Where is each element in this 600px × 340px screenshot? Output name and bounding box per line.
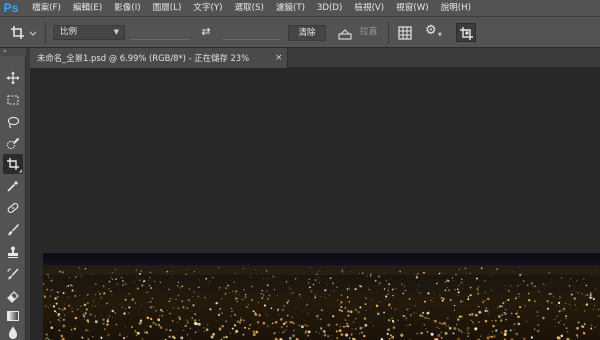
quick-select-tool[interactable]	[3, 134, 23, 154]
move-icon	[6, 71, 20, 85]
marquee-icon	[7, 95, 19, 105]
eraser-icon	[7, 291, 19, 303]
eyedropper-tool[interactable]	[3, 176, 23, 196]
photoshop-logo[interactable]: Ps	[0, 0, 22, 16]
brush-tool[interactable]	[3, 220, 23, 240]
caret-down-icon: ▼	[438, 32, 442, 38]
toolbox-collapse-grip[interactable]: »	[0, 48, 26, 56]
stamp-icon	[8, 246, 18, 258]
move-tool[interactable]	[3, 68, 23, 88]
history-brush-tool[interactable]	[3, 264, 23, 284]
document-tab-title: 未命名_全景1.psd @ 6.99% (RGB/8*) - 正在儲存 23%	[37, 53, 250, 63]
document-tab[interactable]: 未命名_全景1.psd @ 6.99% (RGB/8*) - 正在儲存 23% …	[30, 48, 288, 68]
bandage-icon	[7, 202, 19, 214]
menu-type[interactable]: 文字(Y)	[181, 0, 222, 16]
gradient-icon	[7, 311, 19, 321]
menu-3d[interactable]: 3D(D)	[305, 0, 342, 16]
menu-file[interactable]: 檔案(F)	[22, 0, 61, 16]
menu-window[interactable]: 視窗(W)	[384, 0, 428, 16]
options-bar: 比例 ▼ ⇄ 清除 拉直 ⚙ ▼	[0, 16, 600, 48]
options-separator	[45, 22, 46, 44]
menu-image[interactable]: 影像(I)	[102, 0, 140, 16]
lasso-icon	[7, 116, 20, 129]
panorama-image	[43, 253, 600, 340]
menu-bar: Ps 檔案(F) 編輯(E) 影像(I) 圖層(L) 文字(Y) 選取(S) 濾…	[0, 0, 600, 16]
canvas-workspace[interactable]	[30, 68, 600, 340]
menu-view[interactable]: 檢視(V)	[342, 0, 384, 16]
menu-filter[interactable]: 濾鏡(T)	[264, 0, 305, 16]
tool-group-indicator: ◢	[18, 168, 22, 173]
width-field[interactable]	[131, 25, 189, 40]
eyedropper-icon	[7, 181, 18, 192]
marquee-tool[interactable]	[3, 90, 23, 110]
chevron-down-icon: ▼	[113, 28, 119, 36]
height-field[interactable]	[222, 25, 280, 40]
gear-icon[interactable]: ⚙	[425, 24, 439, 38]
menu-layer[interactable]: 圖層(L)	[141, 0, 182, 16]
straighten-icon[interactable]	[338, 26, 352, 40]
tool-preset-picker[interactable]	[10, 25, 40, 41]
menu-help[interactable]: 說明(H)	[429, 0, 471, 16]
overlay-grid-icon[interactable]	[398, 25, 412, 40]
straighten-label: 拉直	[360, 27, 378, 37]
menu-edit[interactable]: 編輯(E)	[61, 0, 102, 16]
lasso-tool[interactable]	[3, 112, 23, 132]
menu-items: 檔案(F) 編輯(E) 影像(I) 圖層(L) 文字(Y) 選取(S) 濾鏡(T…	[22, 0, 471, 16]
crop-icon	[7, 158, 19, 170]
ratio-select[interactable]: 比例 ▼	[53, 25, 125, 40]
close-icon[interactable]: ×	[275, 48, 283, 68]
history-brush-icon	[7, 268, 19, 280]
city-lights-image	[43, 265, 600, 340]
clear-button[interactable]: 清除	[288, 25, 326, 41]
crop-pixels-icon	[460, 27, 473, 40]
ratio-select-value: 比例	[60, 27, 78, 37]
blur-tool[interactable]	[3, 322, 23, 340]
menu-select[interactable]: 選取(S)	[222, 0, 263, 16]
swap-icon[interactable]: ⇄	[199, 25, 213, 39]
eraser-tool[interactable]	[3, 286, 23, 306]
options-separator	[388, 22, 389, 44]
quick-select-icon	[6, 137, 20, 150]
brush-icon	[8, 223, 20, 236]
crop-tool[interactable]: ◢	[3, 154, 23, 174]
healing-brush-tool[interactable]	[3, 198, 23, 218]
delete-cropped-pixels-toggle[interactable]	[456, 23, 476, 42]
document-tab-strip: 未命名_全景1.psd @ 6.99% (RGB/8*) - 正在儲存 23% …	[30, 48, 600, 68]
drop-icon	[8, 326, 18, 339]
clone-stamp-tool[interactable]	[3, 242, 23, 262]
toolbox: » ◢	[0, 48, 26, 340]
crop-icon	[11, 26, 37, 39]
